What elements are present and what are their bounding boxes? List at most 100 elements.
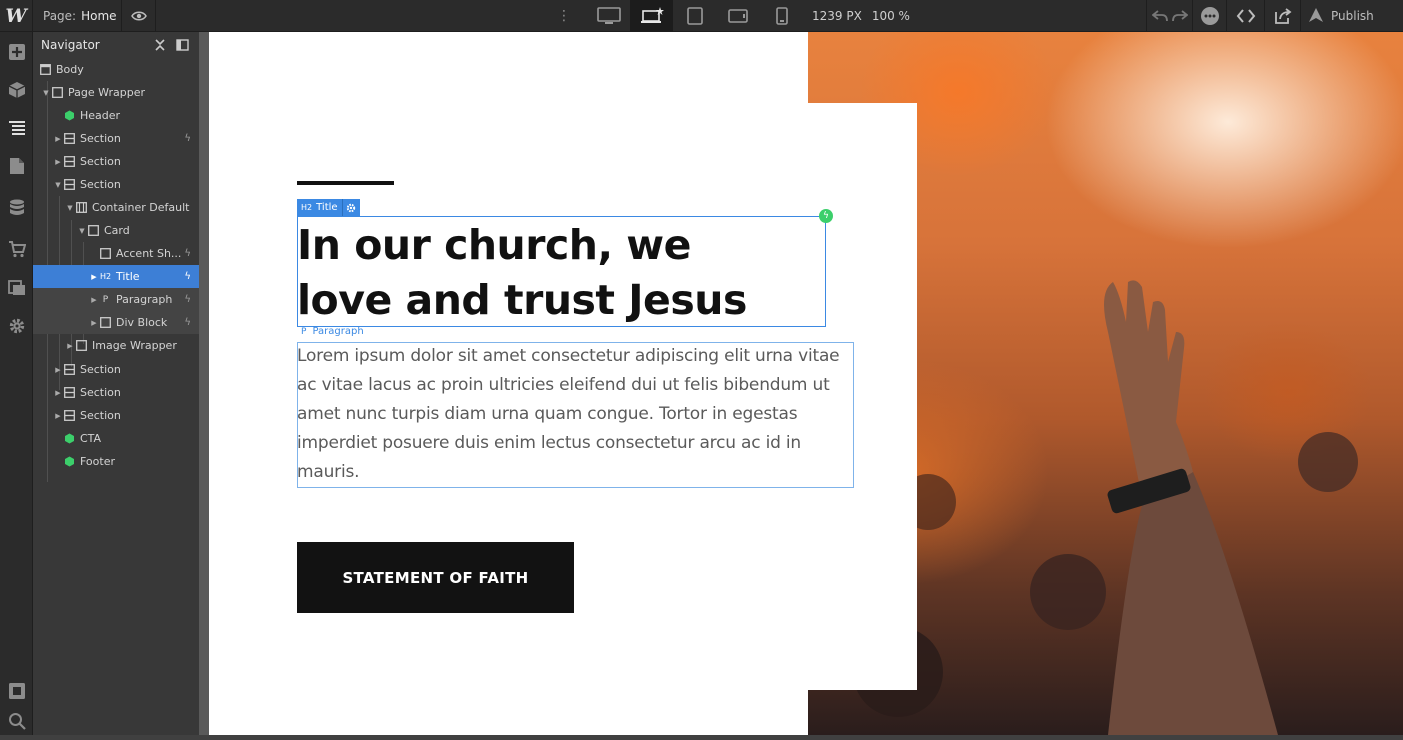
section-icon <box>63 410 76 421</box>
nav-item-paragraph[interactable]: ▶ P Paragraph ϟ <box>33 288 199 311</box>
nav-item-image-wrapper[interactable]: ▶ Image Wrapper <box>33 334 199 357</box>
nav-item-page-wrapper[interactable]: ▼ Page Wrapper <box>33 81 199 104</box>
top-bar: W Page: Home ⋮ 1239 PX 100 % Publish <box>0 0 1403 32</box>
nav-item-cta[interactable]: CTA <box>33 427 199 450</box>
interaction-bolt-icon: ϟ <box>184 317 191 328</box>
comments-icon[interactable] <box>1192 0 1226 32</box>
caret-down-icon[interactable]: ▼ <box>77 227 87 235</box>
nav-item-header[interactable]: Header <box>33 104 199 127</box>
title-tag-label: Title <box>316 202 338 213</box>
caret-right-icon[interactable]: ▶ <box>53 158 63 166</box>
top-right-actions: Publish <box>1146 0 1382 32</box>
page-selector[interactable]: Page: Home <box>34 0 122 32</box>
panel-divider[interactable] <box>199 32 209 735</box>
publish-label: Publish <box>1331 9 1374 23</box>
caret-down-icon[interactable]: ▼ <box>41 89 51 97</box>
nav-item-accent-shape[interactable]: Accent Sh... ϟ <box>33 242 199 265</box>
canvas-zoom[interactable]: 100 % <box>872 9 910 23</box>
accent-shape[interactable] <box>297 181 394 185</box>
caret-right-icon[interactable]: ▶ <box>65 342 75 350</box>
ecommerce-cart-icon[interactable] <box>0 230 33 268</box>
h2-icon: H2 <box>99 272 112 281</box>
preview-eye-icon[interactable] <box>122 0 156 32</box>
webflow-logo[interactable]: W <box>0 0 33 32</box>
share-icon[interactable] <box>1264 0 1300 32</box>
left-toolbar <box>0 32 33 735</box>
pages-icon[interactable] <box>0 147 33 185</box>
heading-line-2: love and trust Jesus <box>297 276 747 324</box>
statement-of-faith-button[interactable]: STATEMENT OF FAITH <box>297 542 574 613</box>
collapse-all-icon[interactable] <box>154 39 166 54</box>
mobile-landscape-breakpoint-icon[interactable] <box>716 0 759 32</box>
add-elements-icon[interactable] <box>0 33 33 71</box>
publish-button[interactable]: Publish <box>1300 0 1382 32</box>
body-icon <box>39 64 52 75</box>
paragraph-icon: P <box>102 294 109 305</box>
caret-down-icon[interactable]: ▼ <box>65 204 75 212</box>
nav-item-section[interactable]: ▼ Section <box>33 173 199 196</box>
undo-icon[interactable] <box>1151 7 1168 26</box>
component-icon <box>63 110 76 121</box>
page-prefix: Page: <box>43 9 77 23</box>
container-icon <box>75 202 88 213</box>
canvas-width: 1239 PX <box>812 9 862 23</box>
nav-item-section[interactable]: ▶ Section <box>33 150 199 173</box>
component-icon <box>63 456 76 467</box>
paragraph-tag-label: Paragraph <box>312 326 364 337</box>
page-name: Home <box>81 9 117 23</box>
nav-item-container-default[interactable]: ▼ Container Default <box>33 196 199 219</box>
caret-right-icon[interactable]: ▶ <box>89 296 99 304</box>
nav-item-section[interactable]: ▶ Section ϟ <box>33 127 199 150</box>
nav-item-section[interactable]: ▶ Section <box>33 381 199 404</box>
nav-item-section[interactable]: ▶ Section <box>33 358 199 381</box>
more-options-icon[interactable]: ⋮ <box>556 0 572 32</box>
paragraph-hover-tag: P Paragraph <box>301 326 364 337</box>
design-canvas[interactable]: H2 Title In our church, we love and trus… <box>209 32 1403 735</box>
nav-item-section[interactable]: ▶ Section <box>33 404 199 427</box>
tablet-breakpoint-icon[interactable] <box>673 0 716 32</box>
mobile-portrait-breakpoint-icon[interactable] <box>760 0 803 32</box>
dock-panel-icon[interactable] <box>176 39 189 54</box>
caret-right-icon[interactable]: ▶ <box>89 319 99 327</box>
laptop-base-breakpoint-icon[interactable] <box>630 0 673 32</box>
nav-item-div-block[interactable]: ▶ Div Block ϟ <box>33 311 199 334</box>
interaction-bolt-icon: ϟ <box>184 294 191 305</box>
redo-icon[interactable] <box>1171 7 1188 26</box>
caret-right-icon[interactable]: ▶ <box>53 389 63 397</box>
search-icon[interactable] <box>0 702 33 740</box>
component-icon <box>63 433 76 444</box>
paragraph-tag-prefix: P <box>301 327 307 337</box>
interaction-bolt-icon: ϟ <box>184 271 191 282</box>
cms-database-icon[interactable] <box>0 189 33 227</box>
section-icon <box>63 156 76 167</box>
caret-down-icon[interactable]: ▼ <box>53 181 63 189</box>
section-icon <box>63 179 76 190</box>
code-export-icon[interactable] <box>1226 0 1264 32</box>
nav-item-body[interactable]: Body <box>33 58 199 81</box>
interaction-trigger-icon[interactable]: ϟ <box>819 209 833 223</box>
div-icon <box>87 225 100 236</box>
div-icon <box>99 248 112 259</box>
caret-right-icon[interactable]: ▶ <box>53 135 63 143</box>
div-icon <box>51 87 64 98</box>
assets-icon[interactable] <box>0 268 33 306</box>
caret-right-icon[interactable]: ▶ <box>53 412 63 420</box>
selected-element-tag[interactable]: H2 Title <box>297 199 360 216</box>
section-icon <box>63 133 76 144</box>
settings-gear-icon[interactable] <box>0 307 33 345</box>
caret-right-icon[interactable]: ▶ <box>89 273 99 281</box>
heading-line-1: In our church, we <box>297 221 692 269</box>
hero-heading[interactable]: In our church, we love and trust Jesus <box>297 218 827 328</box>
element-settings-gear-icon[interactable] <box>341 199 356 216</box>
hero-paragraph[interactable]: Lorem ipsum dolor sit amet consectetur a… <box>297 342 857 487</box>
desktop-breakpoint-icon[interactable] <box>587 0 630 32</box>
navigator-title: Navigator <box>41 38 100 52</box>
navigator-header: Navigator <box>33 32 199 58</box>
nav-item-card[interactable]: ▼ Card <box>33 219 199 242</box>
caret-right-icon[interactable]: ▶ <box>53 366 63 374</box>
symbols-cube-icon[interactable] <box>0 71 33 109</box>
nav-item-footer[interactable]: Footer <box>33 450 199 473</box>
interaction-bolt-icon: ϟ <box>184 248 191 259</box>
nav-item-title-selected[interactable]: ▶ H2 Title ϟ <box>33 265 199 288</box>
navigator-icon[interactable] <box>0 109 33 147</box>
